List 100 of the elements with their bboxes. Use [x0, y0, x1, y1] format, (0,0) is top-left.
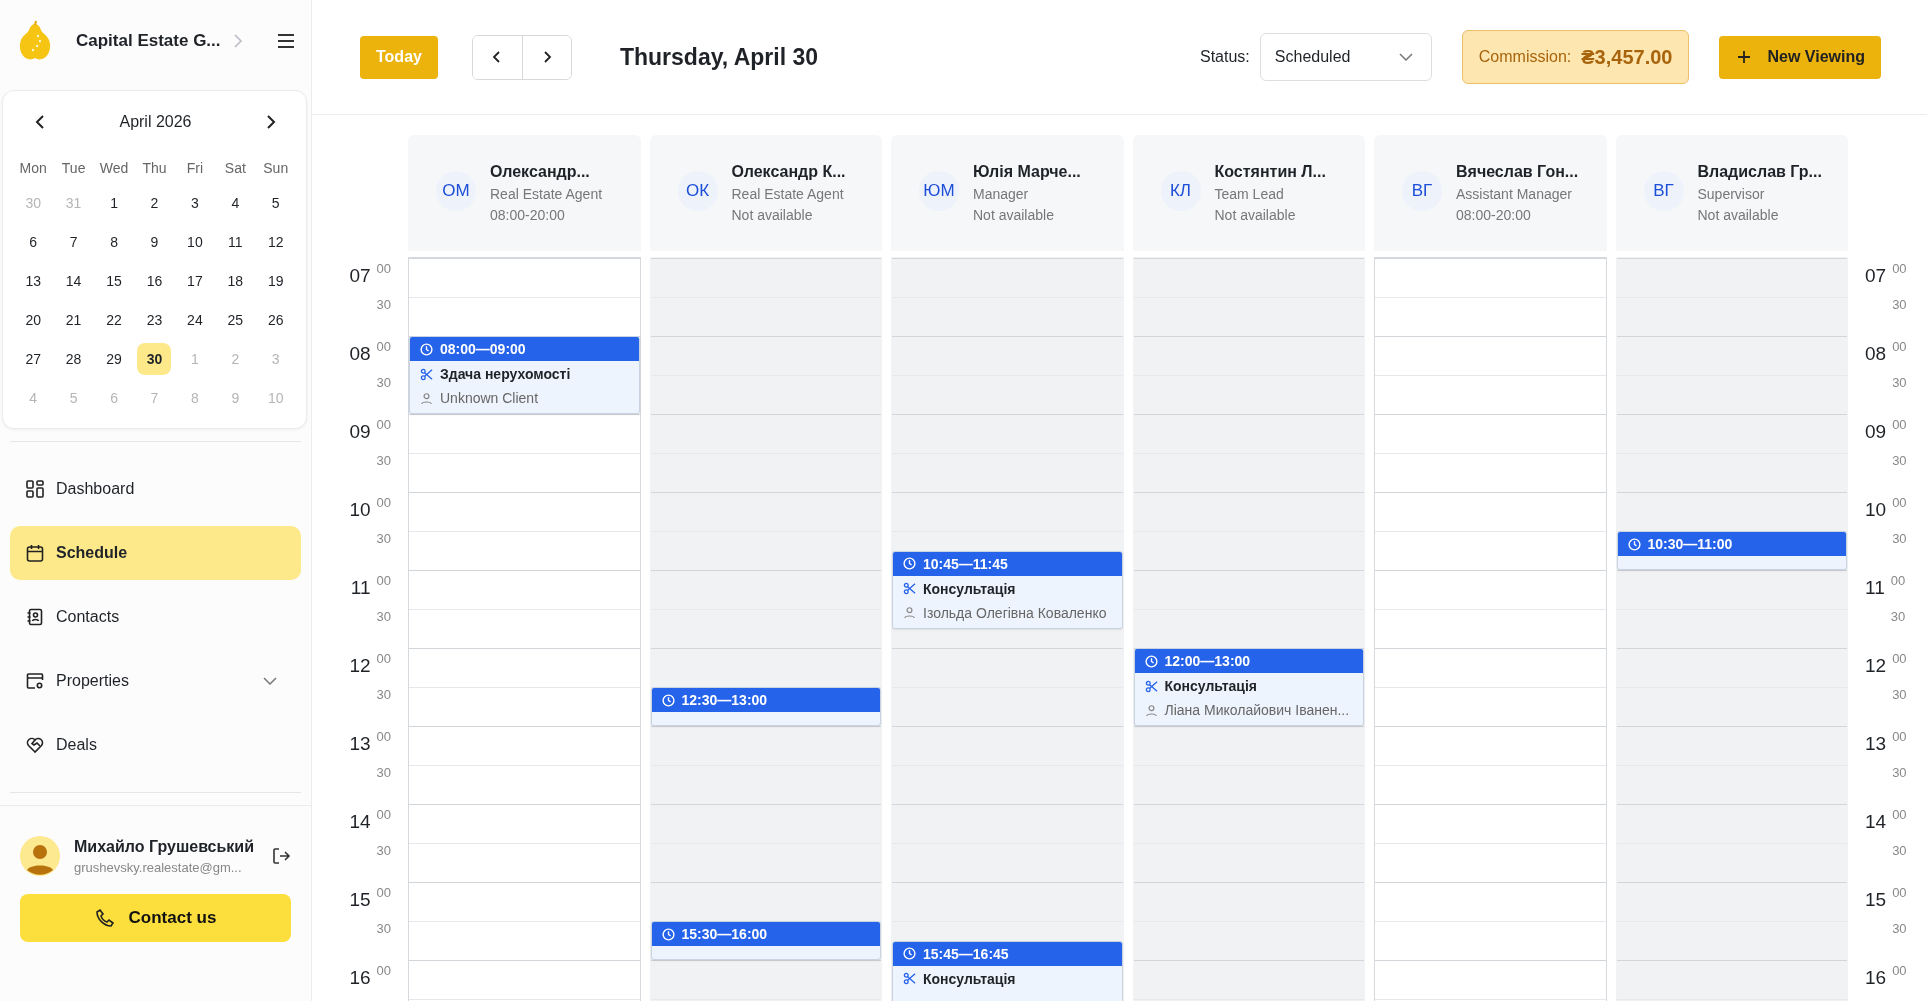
calendar-day[interactable]: 24: [177, 304, 212, 336]
initials-avatar: ЮМ: [919, 171, 959, 211]
calendar-day[interactable]: 5: [258, 187, 293, 219]
person-icon: [903, 606, 916, 619]
hour-label: 12: [349, 655, 371, 678]
minute-label: 00: [376, 495, 391, 510]
staff-name: Вячеслав Гон...: [1456, 163, 1579, 181]
calendar-day[interactable]: 13: [16, 265, 51, 297]
event-card[interactable]: 08:00—09:00 Здача нерухомості Unknown Client: [409, 336, 640, 414]
weekday-label: Sun: [262, 160, 290, 176]
calendar-day[interactable]: 25: [218, 304, 253, 336]
calendar-day[interactable]: 7: [56, 226, 91, 258]
event-title: Консультація: [1164, 678, 1258, 694]
minute-label: 30: [376, 843, 391, 858]
calendar-day[interactable]: 15: [97, 265, 132, 297]
menu-icon[interactable]: [277, 34, 295, 48]
calendar-day[interactable]: 3: [177, 187, 212, 219]
scissors-icon: [903, 972, 916, 985]
nav-item[interactable]: Properties: [10, 654, 301, 708]
calendar-day[interactable]: 4: [218, 187, 253, 219]
hour-label: 07: [1865, 265, 1887, 288]
event-time: 10:45—11:45: [923, 555, 1008, 572]
minute-label: 30: [376, 297, 391, 312]
initials-avatar: ОМ: [436, 171, 476, 211]
minute-label: 30: [1892, 765, 1907, 780]
calendar-day[interactable]: 14: [56, 265, 91, 297]
minute-label: 30: [376, 375, 391, 390]
working-hours: Not available: [731, 207, 814, 223]
calendar-day[interactable]: 1: [97, 187, 132, 219]
calendar-day[interactable]: 10: [177, 226, 212, 258]
event-time: 12:00—13:00: [1164, 653, 1251, 669]
working-hours: 08:00-20:00: [490, 207, 566, 223]
chevron-down-icon[interactable]: [263, 677, 277, 685]
minute-label: 00: [376, 807, 391, 822]
scissors-icon: [903, 582, 916, 595]
staff-name: Олександр...: [490, 163, 591, 181]
minute-label: 00: [1892, 261, 1907, 276]
nav-item[interactable]: Contacts: [10, 590, 301, 644]
event-client: Unknown Client: [440, 390, 539, 406]
nav-item[interactable]: Dashboard: [10, 462, 301, 516]
event-card[interactable]: 12:00—13:00 Консультація Ліана Миколайович Іванен...: [1133, 648, 1364, 726]
calendar-day[interactable]: 16: [137, 265, 172, 297]
event-card[interactable]: 15:45—16:45 Консультація: [892, 940, 1123, 1001]
calendar-day[interactable]: 2: [137, 187, 172, 219]
calendar-day[interactable]: 27: [16, 343, 51, 375]
hour-label: 14: [1865, 811, 1887, 834]
event-time: 15:45—16:45: [923, 945, 1009, 962]
working-hours: Not available: [1697, 207, 1780, 223]
minute-label: 00: [1892, 963, 1907, 978]
minute-label: 30: [1892, 921, 1907, 936]
calendar-day[interactable]: 22: [97, 304, 132, 336]
new-viewing-button[interactable]: New Viewing: [1719, 35, 1881, 79]
chevron-left-icon: [492, 50, 503, 64]
calendar-day[interactable]: 29: [97, 343, 132, 375]
staff-role: Assistant Manager: [1456, 186, 1573, 202]
weekday-label: Tue: [60, 160, 87, 176]
hour-label: 07: [349, 265, 371, 288]
hour-label: 09: [349, 421, 371, 444]
minute-label: 30: [1890, 609, 1906, 624]
avatar-silhouette: [20, 836, 60, 876]
calendar-day[interactable]: 18: [218, 265, 253, 297]
calendar-day[interactable]: 9: [137, 226, 172, 258]
event-card[interactable]: 12:30—13:00: [650, 687, 881, 726]
calendar-day[interactable]: 8: [97, 226, 132, 258]
minute-label: 00: [1892, 807, 1907, 822]
calendar-day[interactable]: 23: [137, 304, 172, 336]
calendar-day[interactable]: 19: [258, 265, 293, 297]
calendar-day[interactable]: 28: [56, 343, 91, 375]
event-card[interactable]: 15:30—16:00: [650, 921, 881, 960]
next-month-icon[interactable]: [266, 114, 276, 130]
calendar-day[interactable]: 20: [16, 304, 51, 336]
previous-month-icon[interactable]: [35, 114, 45, 130]
calendar-day[interactable]: 17: [177, 265, 212, 297]
status-dropdown[interactable]: Scheduled: [1259, 33, 1432, 81]
hour-label: 11: [1865, 577, 1885, 600]
calendar-day[interactable]: 6: [16, 226, 51, 258]
calendar-day[interactable]: 21: [56, 304, 91, 336]
initials-avatar: ВГ: [1643, 171, 1684, 211]
staff-role: Team Lead: [1214, 186, 1285, 202]
event-card[interactable]: 10:30—11:00: [1616, 531, 1847, 570]
calendar-day[interactable]: 12: [258, 226, 293, 258]
current-date: Thursday, April 30: [619, 43, 819, 71]
nav-item[interactable]: Deals: [10, 718, 301, 772]
calendar-day[interactable]: 30: [137, 343, 172, 375]
hour-label: 10: [349, 499, 371, 522]
logout-icon[interactable]: [271, 846, 291, 866]
minute-label: 00: [1892, 495, 1907, 510]
event-client: Ліана Миколайович Іванен...: [1164, 702, 1350, 718]
nav-item[interactable]: Schedule: [10, 526, 301, 580]
calendar-day[interactable]: 11: [218, 226, 253, 258]
minute-label: 30: [1892, 531, 1907, 546]
hour-label: 15: [1865, 889, 1887, 912]
minute-label: 00: [1892, 417, 1907, 432]
event-card[interactable]: 10:45—11:45 Консультація Ізольда Олегівна Коваленко: [892, 550, 1123, 629]
clock-icon: [661, 927, 675, 941]
contact-us-button[interactable]: Contact us: [20, 894, 291, 942]
minute-label: 00: [1892, 339, 1907, 354]
event-title: Консультація: [923, 580, 1016, 597]
calendar-day[interactable]: 26: [258, 304, 293, 336]
minute-label: 00: [1892, 651, 1907, 666]
